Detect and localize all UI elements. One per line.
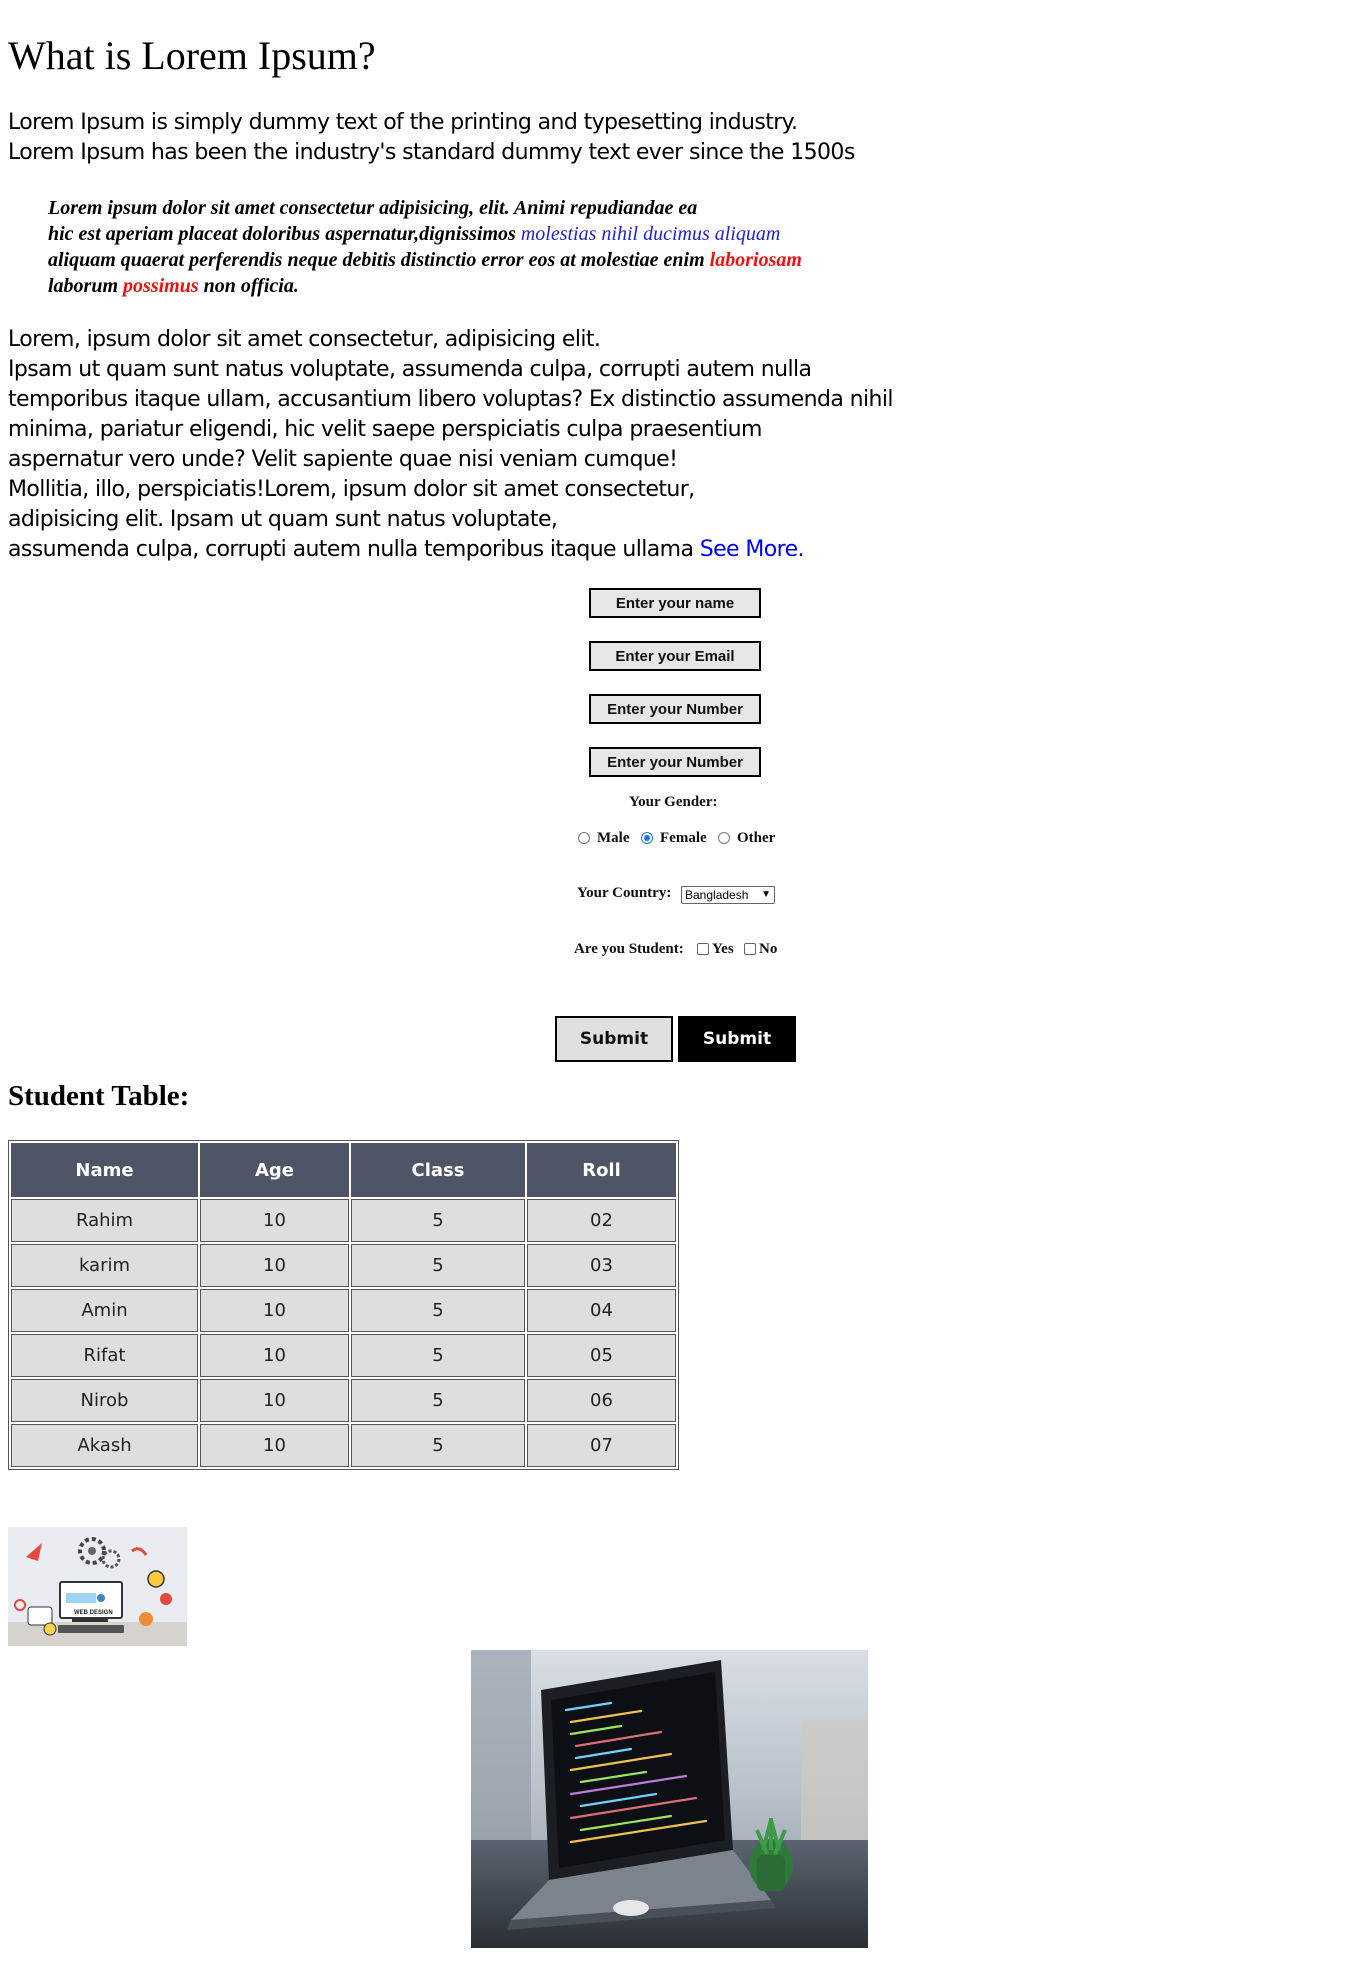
table-cell: 07 [527, 1424, 676, 1467]
laptop-code-photo [471, 1650, 868, 1948]
quote-text: aliquam quaerat perferendis neque debiti… [48, 249, 710, 271]
country-label: Your Country: [577, 885, 672, 901]
table-cell: karim [11, 1244, 198, 1287]
table-cell: 05 [527, 1334, 676, 1377]
table-cell: Rifat [11, 1334, 198, 1377]
column-header: Age [200, 1143, 349, 1197]
body-line: temporibus itaque ullam, accusantium lib… [8, 387, 893, 412]
number-input-2[interactable] [589, 747, 761, 777]
table-cell: 5 [351, 1379, 525, 1422]
email-input[interactable] [589, 641, 761, 671]
column-header: Name [11, 1143, 198, 1197]
table-cell: 04 [527, 1289, 676, 1332]
blockquote: Lorem ipsum dolor sit amet consectetur a… [48, 195, 908, 299]
body-paragraph: Lorem, ipsum dolor sit amet consectetur,… [8, 325, 893, 565]
number-input[interactable] [589, 694, 761, 724]
table-row: karim 10 5 03 [11, 1244, 676, 1287]
body-line: Ipsam ut quam sunt natus voluptate, assu… [8, 357, 812, 382]
table-row: Amin 10 5 04 [11, 1289, 676, 1332]
gender-female-label: Female [660, 830, 707, 846]
student-yes-label: Yes [712, 941, 734, 957]
quote-text: laborum [48, 275, 124, 297]
table-cell: 06 [527, 1379, 676, 1422]
web-design-illustration: WEB DESIGN [8, 1527, 187, 1646]
column-header: Class [351, 1143, 525, 1197]
gender-other-radio[interactable] [718, 832, 730, 844]
table-row: Akash 10 5 07 [11, 1424, 676, 1467]
table-cell: 10 [200, 1244, 349, 1287]
intro-line: Lorem Ipsum is simply dummy text of the … [8, 110, 798, 135]
web-design-illustration-svg: WEB DESIGN [8, 1527, 187, 1646]
name-input[interactable] [589, 588, 761, 618]
country-value: Bangladesh [685, 888, 749, 902]
table-row: Rahim 10 5 02 [11, 1199, 676, 1242]
student-no-label: No [759, 941, 778, 957]
table-cell: Amin [11, 1289, 198, 1332]
column-header: Roll [527, 1143, 676, 1197]
body-text: assumenda culpa, corrupti autem nulla te… [8, 537, 700, 562]
gender-male-label: Male [597, 830, 630, 846]
intro-paragraph: Lorem Ipsum is simply dummy text of the … [8, 108, 855, 168]
quote-red-text: possimus [123, 275, 199, 297]
table-cell: 10 [200, 1334, 349, 1377]
student-no-checkbox[interactable] [744, 943, 756, 955]
table-cell: 10 [200, 1424, 349, 1467]
quote-text: hic est aperiam placeat doloribus aspern… [48, 223, 521, 245]
table-cell: 5 [351, 1244, 525, 1287]
student-table: Name Age Class Roll Rahim 10 5 02 karim … [8, 1140, 679, 1470]
quote-red-text: laboriosam [709, 249, 802, 271]
gender-female-radio[interactable] [641, 832, 653, 844]
country-select[interactable]: Bangladesh ▼ [681, 886, 775, 904]
table-cell: 10 [200, 1379, 349, 1422]
see-more-link[interactable]: See More. [700, 537, 805, 562]
table-row: Nirob 10 5 06 [11, 1379, 676, 1422]
table-cell: 02 [527, 1199, 676, 1242]
quote-blue-text: molestias nihil ducimus aliquam [520, 223, 781, 245]
gender-label: Your Gender: [629, 794, 718, 810]
submit-button[interactable]: Submit [555, 1016, 673, 1062]
student-label: Are you Student: [574, 941, 684, 957]
table-cell: Nirob [11, 1379, 198, 1422]
table-cell: Rahim [11, 1199, 198, 1242]
table-cell: 03 [527, 1244, 676, 1287]
table-cell: 5 [351, 1289, 525, 1332]
submit-button-dark[interactable]: Submit [678, 1016, 796, 1062]
intro-line: Lorem Ipsum has been the industry's stan… [8, 140, 855, 165]
laptop-code-photo-svg [471, 1650, 868, 1948]
chevron-down-icon: ▼ [761, 889, 771, 900]
table-header-row: Name Age Class Roll [11, 1143, 676, 1197]
table-cell: 10 [200, 1199, 349, 1242]
table-row: Rifat 10 5 05 [11, 1334, 676, 1377]
body-line: minima, pariatur eligendi, hic velit sae… [8, 417, 762, 442]
gender-male-radio[interactable] [578, 832, 590, 844]
quote-text: non officia. [198, 275, 299, 297]
table-cell: 10 [200, 1289, 349, 1332]
body-line: Lorem, ipsum dolor sit amet consectetur,… [8, 327, 601, 352]
page-title: What is Lorem Ipsum? [8, 33, 376, 78]
gender-other-label: Other [737, 830, 776, 846]
table-cell: 5 [351, 1334, 525, 1377]
table-cell: Akash [11, 1424, 198, 1467]
web-design-text: WEB DESIGN [74, 1610, 113, 1616]
body-line: assumenda culpa, corrupti autem nulla te… [8, 535, 893, 565]
body-line: adipisicing elit. Ipsam ut quam sunt nat… [8, 507, 558, 532]
body-line: aspernatur vero unde? Velit sapiente qua… [8, 447, 678, 472]
table-cell: 5 [351, 1424, 525, 1467]
table-title: Student Table: [8, 1080, 190, 1112]
quote-text: Lorem ipsum dolor sit amet consectetur a… [48, 197, 698, 219]
student-yes-checkbox[interactable] [697, 943, 709, 955]
table-cell: 5 [351, 1199, 525, 1242]
body-line: Mollitia, illo, perspiciatis!Lorem, ipsu… [8, 477, 695, 502]
